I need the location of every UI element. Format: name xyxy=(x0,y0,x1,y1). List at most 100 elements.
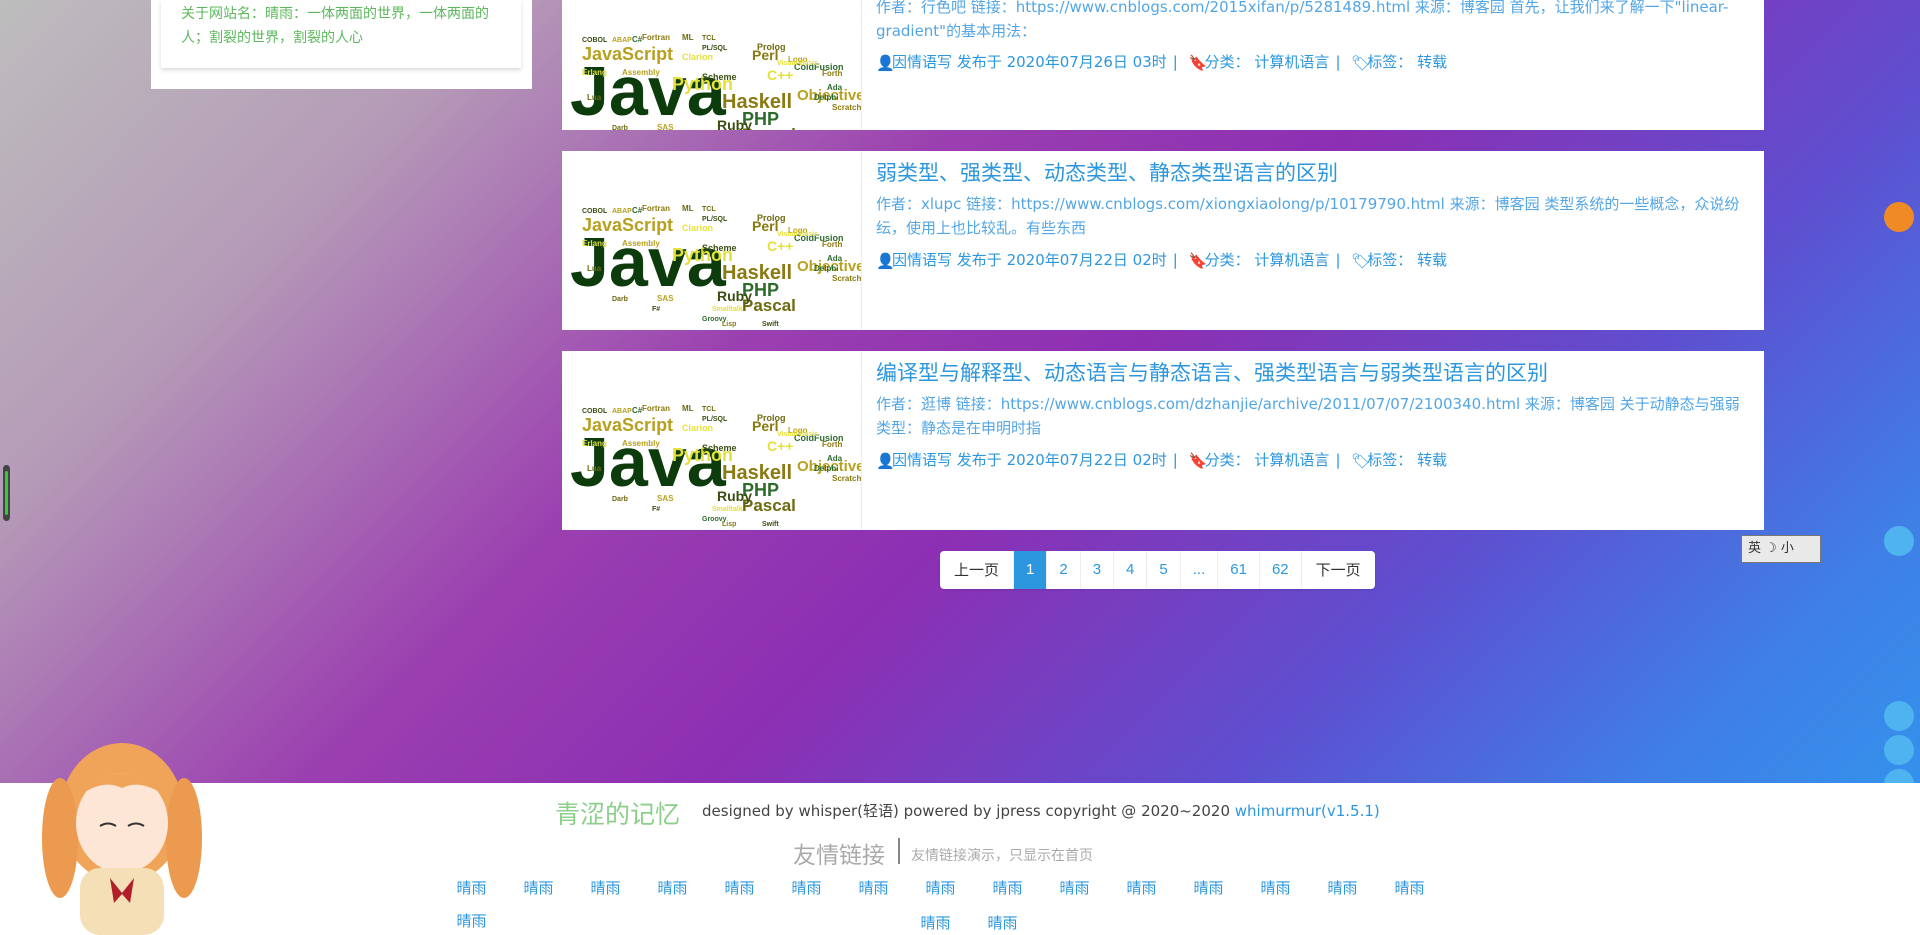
word-cloud-word: COBOL xyxy=(582,37,608,44)
friend-link[interactable]: 晴雨 xyxy=(907,877,974,898)
friend-link[interactable]: 晴雨 xyxy=(1108,877,1175,898)
article-card: JavaPythonJavaScriptHaskellPHPPascalRuby… xyxy=(562,351,1764,530)
tag-label: 标签： xyxy=(1367,53,1413,71)
word-cloud-word: Forth xyxy=(822,69,843,78)
word-cloud-word: JavaScript xyxy=(582,215,673,235)
article-summary: 作者：xlupc 链接：https://www.cnblogs.com/xion… xyxy=(876,195,1740,237)
word-cloud-word: Fortran xyxy=(642,404,670,413)
word-cloud-word: TCL xyxy=(702,206,716,213)
page-button[interactable]: 61 xyxy=(1218,551,1260,589)
friend-link[interactable]: 晴雨 xyxy=(1309,877,1376,898)
word-cloud-word: Erlang xyxy=(582,239,607,248)
word-cloud-word: Assembly xyxy=(622,439,660,448)
word-cloud-word: Prolog xyxy=(757,413,786,423)
friend-link[interactable]: 晴雨 xyxy=(1376,877,1443,898)
friend-link[interactable]: 晴雨 xyxy=(572,877,639,898)
friend-link[interactable]: 晴雨 xyxy=(505,877,572,898)
word-cloud-word: F# xyxy=(652,306,660,313)
word-cloud-word: Smalltalk xyxy=(712,506,743,513)
page-button[interactable]: 2 xyxy=(1047,551,1081,589)
word-cloud-word: COBOL xyxy=(582,208,608,215)
bookmark-icon: 🔖 xyxy=(1188,452,1208,470)
word-cloud-image: JavaPythonJavaScriptHaskellPHPPascalRuby… xyxy=(570,404,861,528)
word-cloud-word: Darb xyxy=(612,496,628,503)
friend-link[interactable]: 晴雨 xyxy=(1242,877,1309,898)
send-icon[interactable] xyxy=(1884,526,1914,556)
word-cloud-word: C++ xyxy=(767,67,793,83)
article-thumbnail[interactable]: JavaPythonJavaScriptHaskellPHPPascalRuby… xyxy=(562,151,862,330)
word-cloud-word: Scratch xyxy=(832,474,861,483)
word-cloud-word: Delphi xyxy=(814,264,838,273)
word-cloud-word: Ada xyxy=(827,454,843,463)
article-tag[interactable]: 转载 xyxy=(1417,251,1447,269)
word-cloud-image: JavaPythonJavaScriptHaskellPHPPascalRuby… xyxy=(570,33,861,130)
word-cloud-word: Prolog xyxy=(757,213,786,223)
word-cloud-word: JavaScript xyxy=(582,44,673,64)
article-date: 发布于 2020年07月22日 02时 xyxy=(956,451,1167,469)
article-title[interactable]: 编译型与解释型、动态语言与静态语言、强类型语言与弱类型语言的区别 xyxy=(876,357,1548,387)
friend-link[interactable]: 晴雨 xyxy=(438,910,505,931)
footer: 青涩的记忆 designed by whisper(轻语) powered by… xyxy=(0,783,1920,935)
word-cloud-word: C++ xyxy=(767,238,793,254)
article-tag[interactable]: 转载 xyxy=(1417,451,1447,469)
circle-icon[interactable] xyxy=(1884,701,1914,731)
word-cloud-word: Erlang xyxy=(582,439,607,448)
friend-link[interactable]: 晴雨 xyxy=(438,877,505,898)
tag-label: 标签： xyxy=(1367,251,1413,269)
friend-link[interactable]: 晴雨 xyxy=(840,877,907,898)
word-cloud-word: Darb xyxy=(612,296,628,303)
user-icon: 👤 xyxy=(876,452,895,470)
page-button[interactable]: 1 xyxy=(1014,551,1048,589)
word-cloud-word: Visual Basic xyxy=(777,60,818,67)
prev-page-button[interactable]: 上一页 xyxy=(940,551,1015,589)
article-meta: 👤因情语写 发布于 2020年07月22日 02时 | 🔖分类： 计算机语言 | 🏷… xyxy=(876,451,1448,470)
article-thumbnail[interactable]: JavaPythonJavaScriptHaskellPHPPascalRuby… xyxy=(562,351,862,530)
category-label: 分类： xyxy=(1204,53,1250,71)
next-page-button[interactable]: 下一页 xyxy=(1302,551,1375,589)
article-author[interactable]: 因情语写 xyxy=(892,251,952,269)
word-cloud-word: PL/SQL xyxy=(702,45,728,52)
friend-link[interactable]: 晴雨 xyxy=(773,877,840,898)
page-button[interactable]: 5 xyxy=(1147,551,1181,589)
word-cloud-word: C# xyxy=(632,406,643,415)
mascot-image[interactable] xyxy=(22,718,222,935)
word-cloud-word: TCL xyxy=(702,35,716,42)
word-cloud-word: F# xyxy=(652,506,660,513)
article-date: 发布于 2020年07月22日 02时 xyxy=(956,251,1167,269)
page-button[interactable]: 4 xyxy=(1114,551,1148,589)
article-category[interactable]: 计算机语言 xyxy=(1254,251,1329,269)
article-author[interactable]: 因情语写 xyxy=(892,451,952,469)
word-cloud-word: PL/SQL xyxy=(702,416,728,423)
word-cloud-word: C# xyxy=(632,206,643,215)
word-cloud-word: Ada xyxy=(827,254,843,263)
word-cloud-word: Ruby xyxy=(717,488,752,504)
friend-link[interactable]: 晴雨 xyxy=(902,912,969,933)
friend-link[interactable]: 晴雨 xyxy=(1041,877,1108,898)
word-cloud-word: C++ xyxy=(767,438,793,454)
footer-version-link[interactable]: whimurmur(v1.5.1) xyxy=(1235,802,1380,820)
play-icon[interactable] xyxy=(1884,735,1914,765)
article-summary: 作者：行色吧 链接：https://www.cnblogs.com/2015xi… xyxy=(876,0,1729,40)
links-divider xyxy=(898,838,900,864)
language-switcher[interactable]: 英 ☽ 小 xyxy=(1741,535,1821,563)
bookmark-icon: 🔖 xyxy=(1188,252,1208,270)
palette-icon[interactable] xyxy=(1884,202,1914,232)
friend-link[interactable]: 晴雨 xyxy=(974,877,1041,898)
article-tag[interactable]: 转载 xyxy=(1417,53,1447,71)
page-button[interactable]: 62 xyxy=(1260,551,1302,589)
article-title[interactable]: 弱类型、强类型、动态类型、静态类型语言的区别 xyxy=(876,157,1338,187)
article-category[interactable]: 计算机语言 xyxy=(1254,451,1329,469)
user-icon: 👤 xyxy=(876,54,895,72)
volume-indicator[interactable] xyxy=(3,465,10,521)
friend-link[interactable]: 晴雨 xyxy=(706,877,773,898)
friend-link[interactable]: 晴雨 xyxy=(1175,877,1242,898)
friend-link[interactable]: 晴雨 xyxy=(639,877,706,898)
article-thumbnail[interactable]: JavaPythonJavaScriptHaskellPHPPascalRuby… xyxy=(562,0,862,130)
article-category[interactable]: 计算机语言 xyxy=(1254,53,1329,71)
links-title: 友情链接 xyxy=(793,843,885,869)
footer-copy: designed by whisper(轻语) powered by jpres… xyxy=(702,800,1380,821)
page-button[interactable]: 3 xyxy=(1081,551,1115,589)
article-author[interactable]: 因情语写 xyxy=(892,53,952,71)
friend-link[interactable]: 晴雨 xyxy=(969,912,1036,933)
category-label: 分类： xyxy=(1204,451,1250,469)
